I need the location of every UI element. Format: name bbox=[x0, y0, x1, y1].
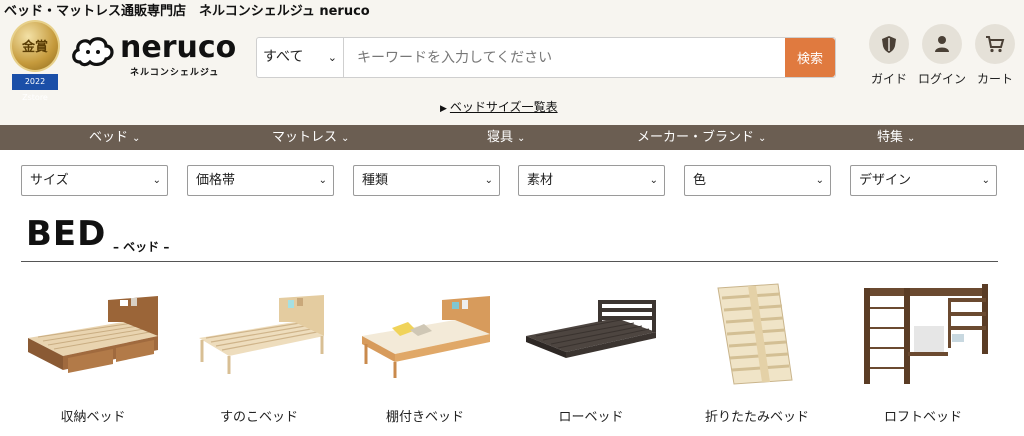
site-logo[interactable]: neruco ネルコンシェルジュ bbox=[70, 30, 236, 78]
filter-bar: サイズ ⌄ 価格帯 ⌄ 種類 ⌄ 素材 ⌄ 色 ⌄ デザイン ⌄ bbox=[21, 165, 1001, 196]
filter-color-select[interactable]: 色 ⌄ bbox=[684, 165, 831, 196]
nav-item-label: ベッド bbox=[89, 130, 129, 145]
nav-item-bed[interactable]: ベッド ⌄ bbox=[89, 125, 140, 150]
search-bar: すべて ⌄ 検索 bbox=[256, 37, 836, 78]
storage-bed-image bbox=[28, 296, 158, 373]
sheep-logo-icon bbox=[72, 37, 114, 67]
filter-design-select[interactable]: デザイン ⌄ bbox=[850, 165, 997, 196]
low-bed-image bbox=[526, 300, 656, 358]
bed-size-list-link[interactable]: ▶ ベッドサイズ一覧表 bbox=[440, 98, 558, 115]
sunoko-bed-image bbox=[199, 295, 324, 374]
section-subtitle: – ベッド – bbox=[113, 240, 170, 254]
filter-label: 価格帯 bbox=[196, 173, 236, 188]
award-text: 金賞 bbox=[21, 40, 48, 55]
chevron-down-icon: ⌄ bbox=[907, 133, 916, 144]
site-header: ベッド・マットレス通販専門店 ネルコンシェルジュ neruco 金賞 2022 … bbox=[0, 0, 1024, 125]
product-name: ロフトベッド bbox=[883, 410, 962, 425]
search-category-value: すべて bbox=[263, 49, 304, 65]
bed-size-list-label: ベッドサイズ一覧表 bbox=[449, 100, 558, 114]
chevron-down-icon: ⌄ bbox=[517, 133, 526, 144]
filter-label: サイズ bbox=[30, 173, 69, 188]
cart-link[interactable]: カート bbox=[965, 24, 1024, 90]
nav-item-label: メーカー・ブランド bbox=[637, 130, 755, 145]
nav-item-bedding[interactable]: 寝具 ⌄ bbox=[487, 125, 525, 150]
chevron-down-icon: ⌄ bbox=[484, 175, 493, 186]
nav-item-mattress[interactable]: マットレス ⌄ bbox=[272, 125, 349, 150]
nav-item-label: 特集 bbox=[877, 130, 904, 145]
product-name: 折りたたみベッド bbox=[704, 410, 809, 425]
product-name: 収納ベッド bbox=[60, 410, 126, 425]
filter-label: 素材 bbox=[527, 173, 554, 188]
chevron-down-icon: ⌄ bbox=[341, 133, 350, 144]
section-divider bbox=[21, 261, 998, 262]
loft-bed-image bbox=[864, 284, 988, 384]
chevron-down-icon: ⌄ bbox=[981, 175, 990, 186]
triangle-right-icon: ▶ bbox=[440, 104, 447, 114]
section-title: BED bbox=[26, 214, 107, 254]
chevron-down-icon: ⌄ bbox=[132, 133, 141, 144]
cart-label: カート bbox=[976, 72, 1013, 86]
filter-material-select[interactable]: 素材 ⌄ bbox=[518, 165, 665, 196]
chevron-down-icon: ⌄ bbox=[318, 175, 327, 186]
product-name: すのこベッド bbox=[219, 410, 298, 425]
logo-word: neruco bbox=[120, 30, 237, 65]
filter-label: 色 bbox=[693, 173, 707, 188]
search-input[interactable] bbox=[345, 38, 787, 77]
product-card-loft-bed[interactable]: ロフトベッド bbox=[848, 278, 998, 436]
product-card-folding-bed[interactable]: 折りたたみベッド bbox=[682, 278, 832, 436]
guide-label: ガイド bbox=[870, 72, 907, 86]
guide-link[interactable]: ガイド bbox=[859, 24, 919, 90]
product-card-sunoko-bed[interactable]: すのこベッド bbox=[184, 278, 334, 436]
chevron-down-icon: ⌄ bbox=[152, 175, 161, 186]
logo-subtitle: ネルコンシェルジュ bbox=[130, 68, 220, 78]
chevron-down-icon: ⌄ bbox=[649, 175, 658, 186]
search-button[interactable]: 検索 bbox=[785, 38, 835, 77]
cart-icon bbox=[975, 24, 1015, 64]
filter-type-select[interactable]: 種類 ⌄ bbox=[353, 165, 500, 196]
filter-label: デザイン bbox=[859, 173, 912, 188]
filter-size-select[interactable]: サイズ ⌄ bbox=[21, 165, 168, 196]
login-link[interactable]: ログイン bbox=[912, 24, 972, 90]
chevron-down-icon: ⌄ bbox=[758, 133, 767, 144]
person-icon bbox=[922, 24, 962, 64]
award-badge: 金賞 2022 Zstore bbox=[8, 20, 62, 102]
shelf-bed-image bbox=[362, 296, 490, 378]
filter-price-select[interactable]: 価格帯 ⌄ bbox=[187, 165, 334, 196]
product-name: ローベッド bbox=[558, 410, 624, 425]
filter-label: 種類 bbox=[362, 173, 389, 188]
shield-icon bbox=[869, 24, 909, 64]
chevron-down-icon: ⌄ bbox=[327, 51, 337, 64]
main-nav: ベッド ⌄ マットレス ⌄ 寝具 ⌄ メーカー・ブランド ⌄ 特集 ⌄ bbox=[0, 125, 1024, 150]
store-title: ベッド・マットレス通販専門店 ネルコンシェルジュ neruco bbox=[4, 4, 370, 19]
login-label: ログイン bbox=[917, 72, 966, 86]
nav-item-feature[interactable]: 特集 ⌄ bbox=[877, 125, 915, 150]
nav-item-label: マットレス bbox=[272, 130, 338, 145]
folding-bed-image bbox=[717, 283, 793, 385]
nav-item-label: 寝具 bbox=[487, 130, 514, 145]
product-card-low-bed[interactable]: ローベッド bbox=[516, 278, 666, 436]
product-name: 棚付きベッド bbox=[385, 410, 464, 425]
chevron-down-icon: ⌄ bbox=[815, 175, 824, 186]
nav-item-maker-brand[interactable]: メーカー・ブランド ⌄ bbox=[637, 125, 766, 150]
search-category-select[interactable]: すべて ⌄ bbox=[257, 38, 344, 77]
product-card-shelf-bed[interactable]: 棚付きベッド bbox=[350, 278, 500, 436]
product-card-storage-bed[interactable]: 収納ベッド bbox=[18, 278, 168, 436]
award-band: 2022 Zstore bbox=[12, 74, 58, 102]
